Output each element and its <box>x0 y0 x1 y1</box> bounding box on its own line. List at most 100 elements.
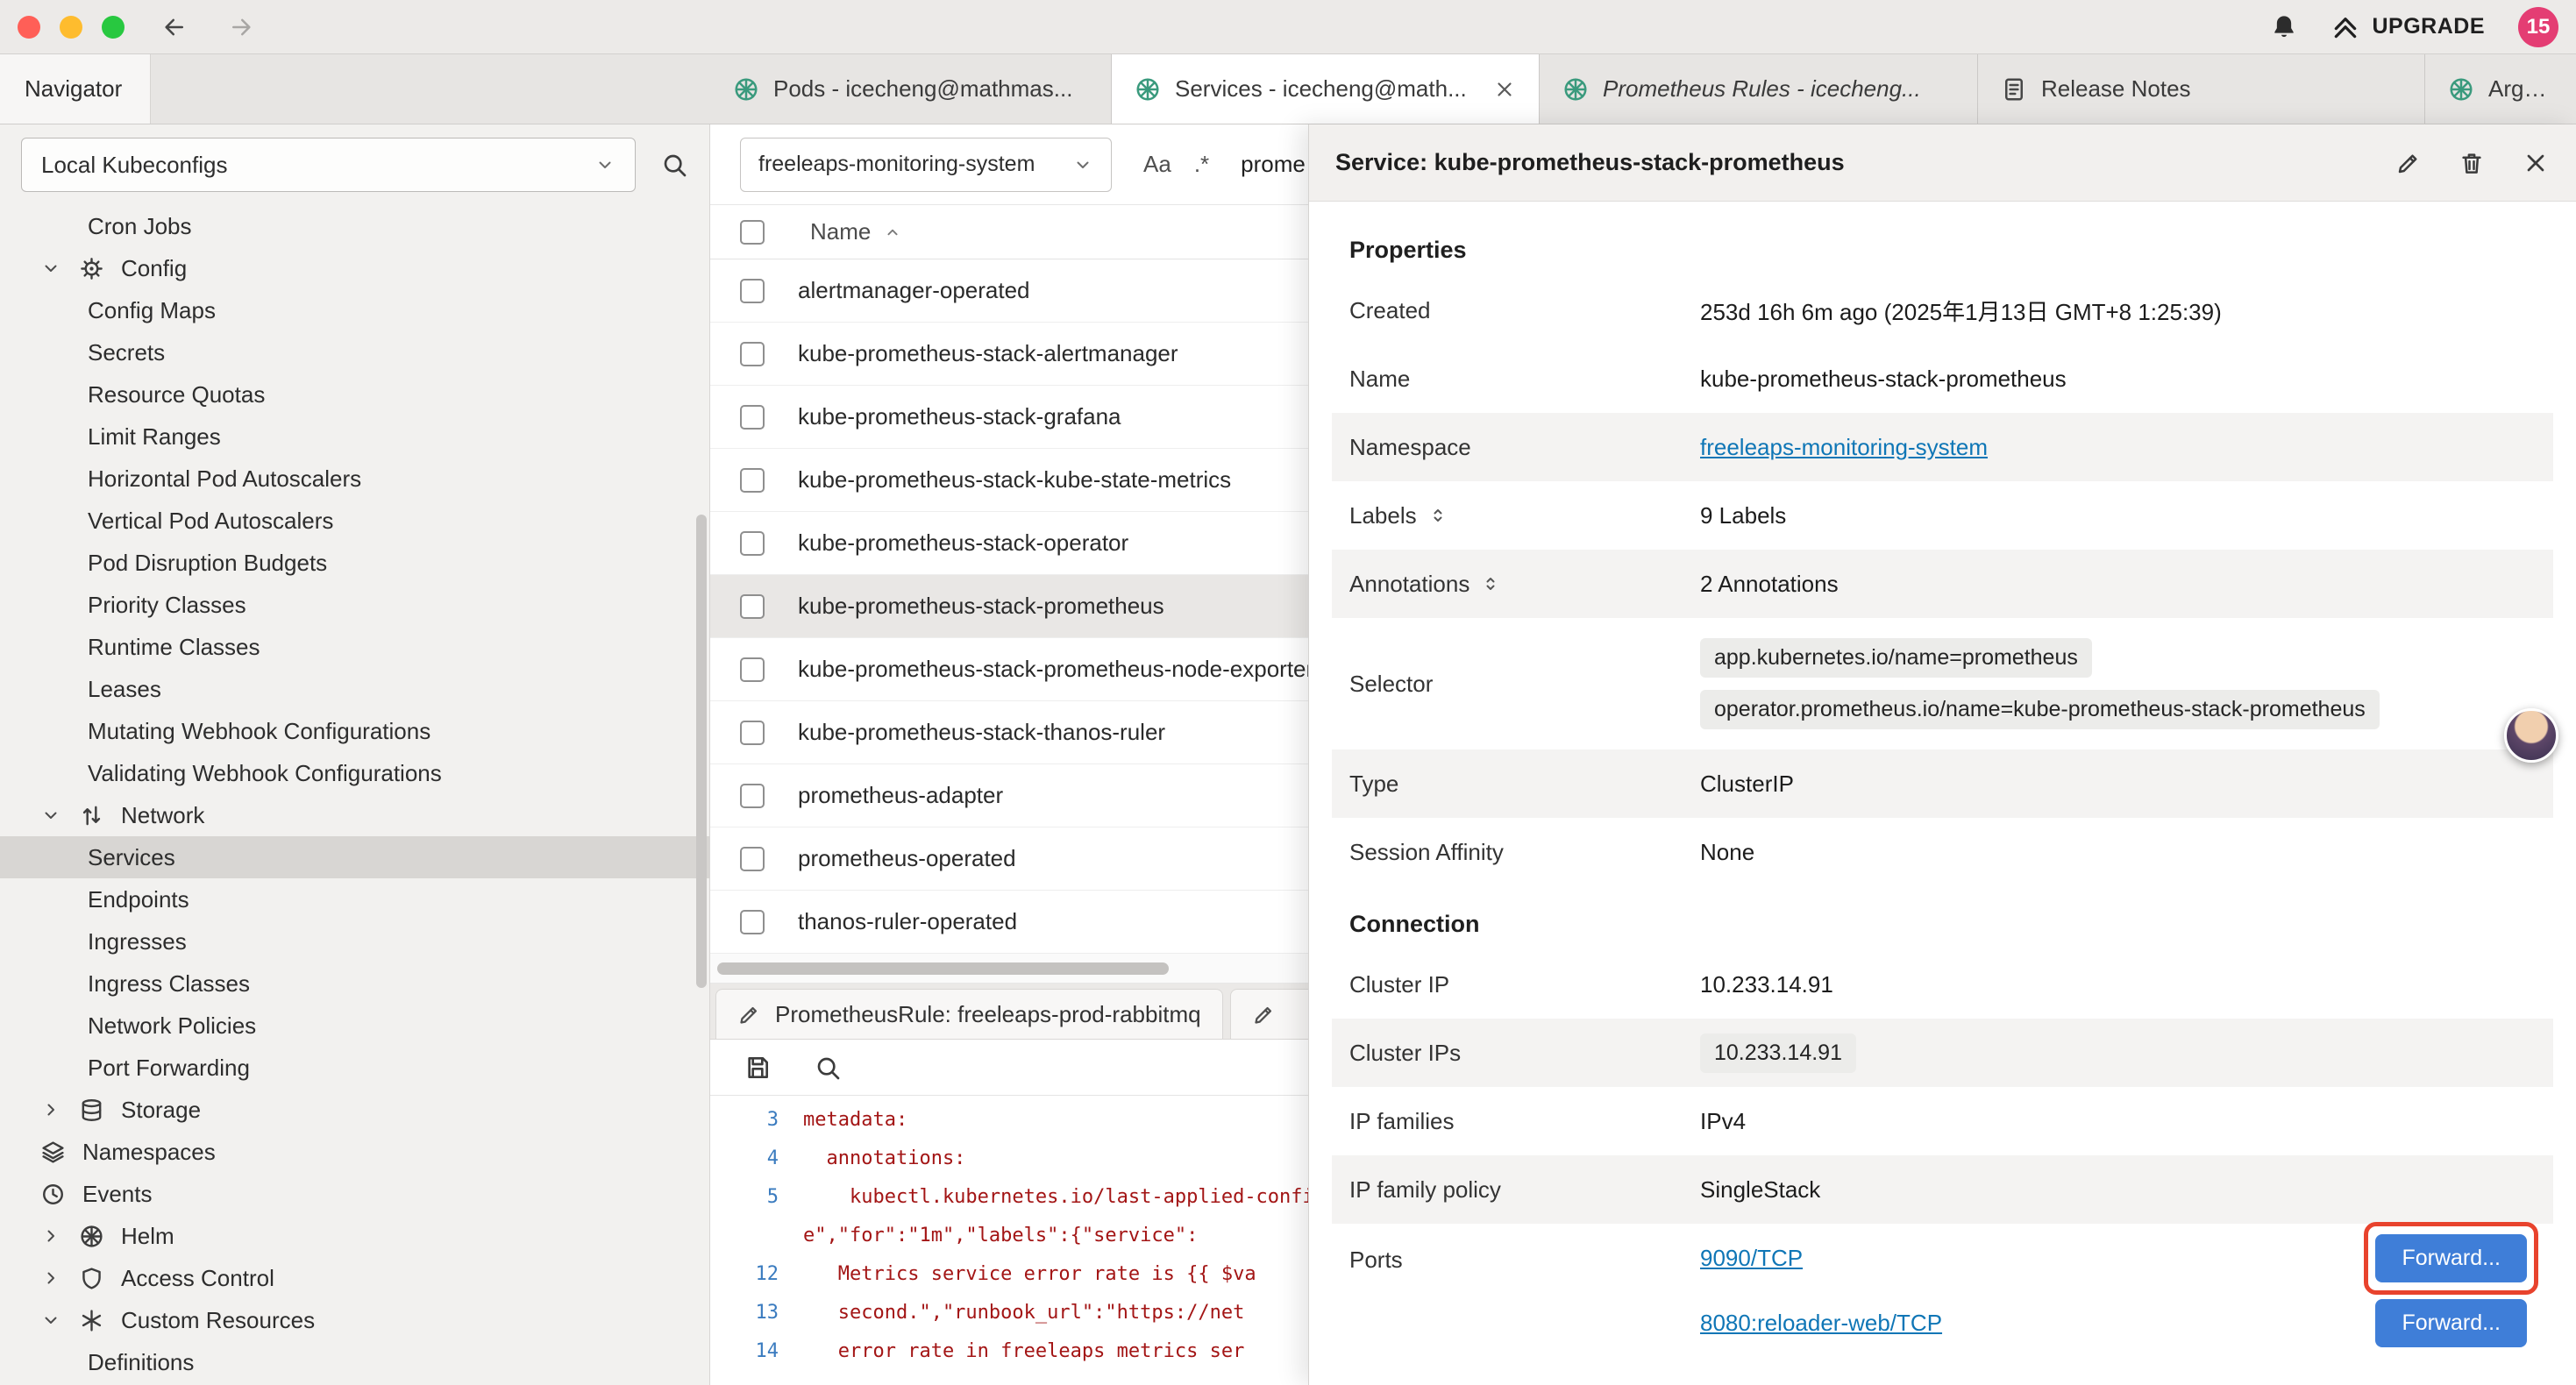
sidebar-item[interactable]: Mutating Webhook Configurations <box>0 710 709 752</box>
sidebar-item[interactable]: Endpoints <box>0 878 709 920</box>
forward-icon[interactable] <box>228 14 254 40</box>
port-link[interactable]: 9090/TCP <box>1700 1245 1803 1272</box>
chevron-right-icon[interactable] <box>40 1225 79 1246</box>
sidebar-item[interactable]: Ingress Classes <box>0 962 709 1005</box>
sidebar-item[interactable]: Secrets <box>0 331 709 373</box>
tab[interactable]: Argo Se <box>2425 54 2576 124</box>
tab[interactable]: Prometheus Rules - icecheng... <box>1540 54 1978 124</box>
sidebar-item[interactable]: Access Control <box>0 1257 709 1299</box>
upgrade-button[interactable]: UPGRADE <box>2331 13 2485 41</box>
save-icon[interactable] <box>744 1054 772 1082</box>
port-link[interactable]: 8080:reloader-web/TCP <box>1700 1310 1942 1337</box>
close-icon[interactable] <box>1493 78 1516 101</box>
chevron-right-icon[interactable] <box>40 1099 79 1120</box>
namespace-filter[interactable]: freeleaps-monitoring-system <box>740 138 1112 192</box>
shield-icon <box>79 1266 121 1291</box>
chevron-down-icon[interactable] <box>40 805 79 826</box>
select-all-checkbox[interactable] <box>740 220 765 245</box>
sidebar-item[interactable]: Namespaces <box>0 1131 709 1173</box>
window-controls <box>18 16 125 39</box>
sidebar-item[interactable]: Config <box>0 247 709 289</box>
sidebar-item[interactable]: Validating Webhook Configurations <box>0 752 709 794</box>
sidebar-item[interactable]: Resource Quotas <box>0 373 709 416</box>
sidebar-item[interactable]: Custom Resources <box>0 1299 709 1341</box>
namespace-link[interactable]: freeleaps-monitoring-system <box>1700 434 1988 460</box>
row-checkbox[interactable] <box>740 405 765 430</box>
drawer-body: Properties Created 253d 16h 6m ago (2025… <box>1309 202 2576 1385</box>
sidebar-item-label: Custom Resources <box>121 1307 315 1334</box>
row-checkbox[interactable] <box>740 594 765 619</box>
sidebar-item[interactable]: Ingresses <box>0 920 709 962</box>
close-icon[interactable] <box>2522 149 2550 177</box>
connection-rows: Cluster IP 10.233.14.91 Cluster IPs <box>1332 950 2553 1224</box>
row-checkbox[interactable] <box>740 721 765 745</box>
sidebar-item[interactable]: Storage <box>0 1089 709 1131</box>
name-column-header[interactable]: Name <box>810 218 871 245</box>
detail-label: Type <box>1349 771 1700 798</box>
expand-toggle-icon[interactable] <box>1480 573 1501 594</box>
search-icon[interactable] <box>814 1054 842 1082</box>
sidebar-item[interactable]: Network Policies <box>0 1005 709 1047</box>
sidebar-item[interactable]: Helm <box>0 1215 709 1257</box>
minimize-window-button[interactable] <box>60 16 82 39</box>
sidebar-item[interactable]: Horizontal Pod Autoscalers <box>0 458 709 500</box>
detail-row: Labels 9 Labels <box>1332 481 2553 550</box>
detail-row: Namespace freeleaps-monitoring-system <box>1332 413 2553 481</box>
search-icon[interactable] <box>660 151 688 179</box>
forward-button[interactable]: Forward... <box>2375 1299 2527 1347</box>
sidebar-item[interactable]: Network <box>0 794 709 836</box>
sidebar-item-label: Cron Jobs <box>88 213 192 240</box>
sidebar-item[interactable]: Config Maps <box>0 289 709 331</box>
regex-toggle[interactable]: .* <box>1194 151 1209 178</box>
sidebar-item[interactable]: Pod Disruption Budgets <box>0 542 709 584</box>
chevron-right-icon[interactable] <box>40 1268 79 1289</box>
back-icon[interactable] <box>161 14 188 40</box>
zoom-window-button[interactable] <box>102 16 125 39</box>
sidebar-item-label: Network <box>121 802 204 829</box>
sidebar-item[interactable]: Leases <box>0 668 709 710</box>
chevron-down-icon[interactable] <box>40 1310 79 1331</box>
forward-button[interactable]: Forward... <box>2375 1234 2527 1282</box>
chevron-down-icon[interactable] <box>40 258 79 279</box>
horizontal-scrollbar-thumb[interactable] <box>717 962 1169 975</box>
tab-label: Prometheus Rules - icecheng... <box>1603 75 1921 103</box>
ports-row: Ports 9090/TCP Forward... 8080:reloader-… <box>1332 1224 2553 1355</box>
sidebar-item[interactable]: Definitions <box>0 1341 709 1383</box>
tab[interactable]: Release Notes <box>1978 54 2425 124</box>
row-checkbox[interactable] <box>740 847 765 871</box>
row-checkbox[interactable] <box>740 910 765 934</box>
row-checkbox[interactable] <box>740 657 765 682</box>
sidebar-scrollbar-thumb[interactable] <box>696 515 707 988</box>
row-checkbox[interactable] <box>740 468 765 493</box>
sidebar-item[interactable]: Runtime Classes <box>0 626 709 668</box>
value-badge: app.kubernetes.io/name=prometheus <box>1700 638 2092 678</box>
edit-icon[interactable] <box>2395 150 2422 176</box>
row-checkbox[interactable] <box>740 784 765 808</box>
detail-label: Annotations <box>1349 571 1700 598</box>
row-checkbox[interactable] <box>740 342 765 366</box>
kubeconfig-selector[interactable]: Local Kubeconfigs <box>21 138 636 192</box>
detail-row: Cluster IPs 10.233.14.91 <box>1332 1019 2553 1087</box>
delete-icon[interactable] <box>2459 150 2485 176</box>
bell-icon[interactable] <box>2270 13 2298 41</box>
sidebar-item[interactable]: Port Forwarding <box>0 1047 709 1089</box>
sidebar-item[interactable]: Events <box>0 1173 709 1215</box>
sidebar-item[interactable]: Services <box>0 836 709 878</box>
editor-tab[interactable]: PrometheusRule: freeleaps-prod-rabbitmq <box>715 989 1223 1039</box>
match-case-toggle[interactable]: Aa <box>1143 151 1171 178</box>
sidebar-item[interactable]: Vertical Pod Autoscalers <box>0 500 709 542</box>
sidebar-item[interactable]: Limit Ranges <box>0 416 709 458</box>
sidebar-item-label: Config <box>121 255 187 282</box>
kubernetes-icon <box>2448 76 2474 103</box>
notification-count-badge[interactable]: 15 <box>2518 7 2558 47</box>
sidebar-item[interactable]: Priority Classes <box>0 584 709 626</box>
close-window-button[interactable] <box>18 16 40 39</box>
sidebar-item[interactable]: Cron Jobs <box>0 205 709 247</box>
sidebar-item-label: Mutating Webhook Configurations <box>88 718 431 745</box>
search-input[interactable]: Aa .* prome <box>1143 151 1306 178</box>
tab[interactable]: Pods - icecheng@mathmas... <box>710 54 1112 124</box>
row-checkbox[interactable] <box>740 279 765 303</box>
expand-toggle-icon[interactable] <box>1427 505 1448 526</box>
tab[interactable]: Services - icecheng@math... <box>1112 54 1540 124</box>
row-checkbox[interactable] <box>740 531 765 556</box>
